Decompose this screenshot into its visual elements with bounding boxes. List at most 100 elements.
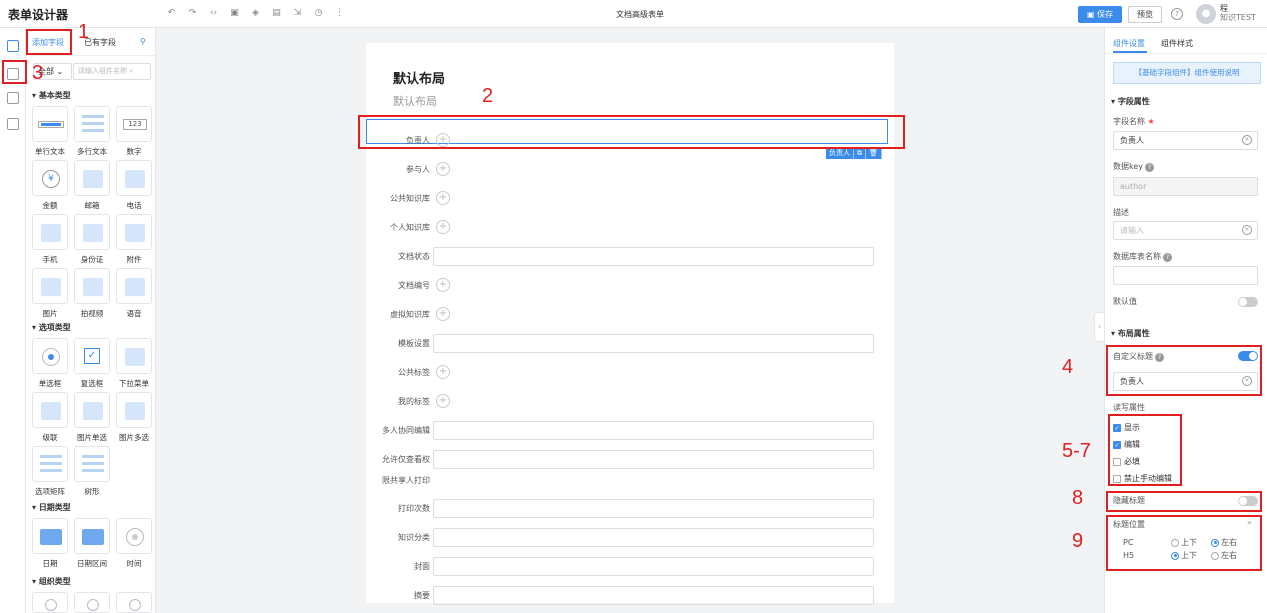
annotation-box-1 [26, 29, 72, 55]
grid-icon[interactable]: ▤ [271, 8, 282, 18]
component-tile-phone[interactable] [116, 160, 152, 196]
section-header[interactable]: ▾ 组织类型 [32, 576, 71, 587]
clear-icon[interactable]: × [1242, 225, 1252, 235]
form-field-input[interactable] [433, 421, 874, 440]
field-props-section[interactable]: ▾ 字段属性 [1111, 96, 1150, 107]
form-field-row[interactable]: 虚拟知识库 + [366, 305, 894, 325]
component-tile-org[interactable] [116, 592, 152, 613]
field-name-input[interactable]: 负责人 × [1113, 131, 1258, 150]
form-field-row[interactable]: 知识分类 [366, 528, 894, 548]
form-field-row[interactable]: 允许仅查看权 [366, 450, 894, 470]
add-icon[interactable]: + [436, 191, 450, 205]
component-tile-org[interactable] [74, 592, 110, 613]
select-icon [125, 348, 145, 366]
component-tile-time[interactable] [116, 518, 152, 554]
db-name-input[interactable] [1113, 266, 1258, 285]
form-field-row[interactable]: 多人协同编辑 [366, 421, 894, 441]
section-header[interactable]: ▾ 基本类型 [32, 90, 71, 101]
tab-component-style[interactable]: 组件样式 [1161, 38, 1193, 49]
component-tile-card[interactable] [74, 214, 110, 250]
avatar[interactable]: ● [1196, 4, 1216, 24]
component-tile-imgradio[interactable] [74, 392, 110, 428]
component-tile-img[interactable] [32, 268, 68, 304]
component-tile-tree[interactable] [74, 446, 110, 482]
component-tile-file[interactable] [116, 214, 152, 250]
form-subtitle[interactable]: 默认布局 [393, 93, 437, 109]
form-field-input[interactable] [433, 586, 874, 605]
question-icon[interactable]: ? [1163, 253, 1172, 262]
chart-rail-icon[interactable] [7, 92, 19, 104]
save-button[interactable]: ▣ 保存 [1078, 6, 1122, 23]
component-tile-check[interactable]: ✓ [74, 338, 110, 374]
collapse-panel-toggle[interactable]: › [1094, 312, 1104, 342]
component-tile-radio[interactable] [32, 338, 68, 374]
form-field-label: 模板设置 [398, 339, 430, 348]
text-rail-icon[interactable] [7, 118, 19, 130]
component-tile-matrix[interactable] [32, 446, 68, 482]
form-field-row[interactable]: 公共知识库 + [366, 189, 894, 209]
section-header[interactable]: ▾ 日期类型 [32, 502, 71, 513]
question-icon[interactable]: ? [1145, 163, 1155, 172]
component-search-input[interactable]: 请输入组件名称 ⌕ [73, 63, 151, 80]
history-icon[interactable]: ◷ [313, 8, 324, 18]
layers-icon[interactable]: ◈ [250, 8, 261, 18]
component-tile-imgcheck[interactable] [116, 392, 152, 428]
preview-button[interactable]: 预览 [1128, 6, 1162, 23]
layout-props-section[interactable]: ▾ 布局属性 [1111, 328, 1150, 339]
usage-guide-link[interactable]: 【基础字段组件】组件使用说明 [1113, 62, 1261, 84]
form-field-row[interactable]: 公共标签 + [366, 363, 894, 383]
description-input[interactable]: 请输入 × [1113, 221, 1258, 240]
import-icon[interactable]: ⇲ [292, 8, 303, 18]
component-tile-mobile[interactable] [32, 214, 68, 250]
search-icon: ⌕ [129, 67, 134, 75]
form-field-input[interactable] [433, 528, 874, 547]
add-icon[interactable]: + [436, 394, 450, 408]
form-field-row[interactable]: 我的标签 + [366, 392, 894, 412]
component-tile-date[interactable] [32, 518, 68, 554]
form-field-row[interactable]: 文档状态 [366, 247, 894, 267]
component-tile-voice[interactable] [116, 268, 152, 304]
component-tile-select[interactable] [116, 338, 152, 374]
more-icon[interactable]: ⋮ [334, 8, 345, 18]
section-header[interactable]: ▾ 选项类型 [32, 322, 71, 333]
add-icon[interactable]: + [436, 220, 450, 234]
add-icon[interactable]: + [436, 307, 450, 321]
component-tile-video[interactable] [74, 268, 110, 304]
component-tile-org[interactable] [32, 592, 68, 613]
add-field-rail-icon[interactable] [7, 40, 19, 52]
form-field-row[interactable]: 模板设置 [366, 334, 894, 354]
layout-icon[interactable]: ▣ [229, 8, 240, 18]
form-field-input[interactable] [433, 499, 874, 518]
user-info[interactable]: 程 知识TEST [1220, 4, 1256, 22]
redo-icon[interactable]: ↷ [187, 8, 198, 18]
add-icon[interactable]: + [436, 278, 450, 292]
form-field-row[interactable]: 限共享人打印 [366, 471, 894, 491]
tab-component-settings[interactable]: 组件设置 [1113, 38, 1145, 49]
component-tile-num[interactable]: 123 [116, 106, 152, 142]
form-field-input[interactable] [433, 557, 874, 576]
form-field-row[interactable]: 个人知识库 + [366, 218, 894, 238]
component-tile-mail[interactable] [74, 160, 110, 196]
component-tile-money[interactable]: ¥ [32, 160, 68, 196]
form-field-row[interactable]: 打印次数 [366, 499, 894, 519]
add-icon[interactable]: + [436, 162, 450, 176]
component-tile-lines[interactable] [74, 106, 110, 142]
form-field-row[interactable]: 封面 [366, 557, 894, 577]
form-field-row[interactable]: 参与人 + [366, 160, 894, 180]
add-icon[interactable]: + [436, 365, 450, 379]
form-field-input[interactable] [433, 450, 874, 469]
component-tile-daterange[interactable] [74, 518, 110, 554]
form-field-row[interactable]: 文档编号 + [366, 276, 894, 296]
form-field-input[interactable] [433, 334, 874, 353]
clear-icon[interactable]: × [1242, 135, 1252, 145]
component-tile-line[interactable] [32, 106, 68, 142]
pin-icon[interactable]: ⚲ [140, 37, 146, 46]
form-field-row[interactable]: 摘要 [366, 586, 894, 606]
component-tile-cascade[interactable] [32, 392, 68, 428]
undo-icon[interactable]: ↶ [166, 8, 177, 18]
component-label: 多行文本 [77, 147, 107, 156]
code-icon[interactable]: ‹› [208, 8, 219, 18]
default-value-toggle[interactable] [1238, 297, 1258, 307]
form-field-input[interactable] [433, 247, 874, 266]
help-icon[interactable]: ? [1171, 8, 1183, 20]
